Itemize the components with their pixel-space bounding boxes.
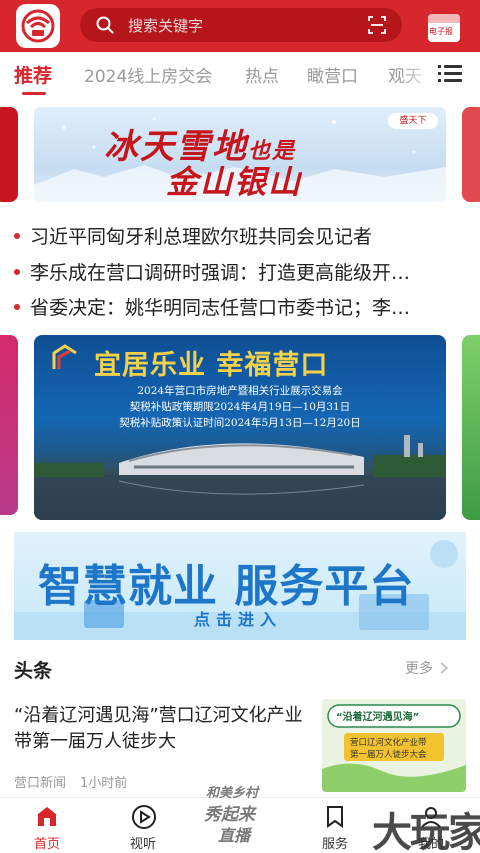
- bullet-icon: [14, 303, 20, 310]
- logo-icon: [21, 9, 55, 43]
- search-placeholder: 搜索关键字: [128, 17, 204, 35]
- stadium-illustration: [34, 435, 446, 520]
- epaper-bar: [428, 14, 460, 23]
- more-label: 更多: [405, 661, 433, 677]
- more-link[interactable]: 更多: [405, 658, 449, 678]
- scan-icon[interactable]: [368, 16, 386, 34]
- bullet-icon: [14, 232, 20, 239]
- stamp-line1: 和美乡村: [206, 786, 259, 801]
- watermark-logo: 大玩家: [372, 810, 480, 853]
- enter-button[interactable]: 点击进入: [194, 606, 282, 630]
- carousel2-prev-peek[interactable]: [0, 335, 18, 515]
- stamp-line3: 直播: [218, 826, 251, 845]
- tab-fade: [400, 52, 434, 96]
- headline-thumbnail[interactable]: “沿着辽河遇见海” 营口辽河文化产业带 第一届万人徒步大会: [322, 699, 466, 792]
- headline-source: 营口新闻: [14, 776, 67, 791]
- tab-recommend[interactable]: 推荐: [14, 61, 52, 88]
- employment-banner[interactable]: 智慧就业 服务平台 点击进入: [14, 532, 466, 640]
- tab-housing-fair[interactable]: 2024线上房交会: [84, 62, 212, 87]
- housing-fair-banner[interactable]: 宜居乐业 幸福营口 2024年营口市房地产暨相关行业展示交易会 契税补贴政策期限…: [34, 335, 446, 520]
- news-item[interactable]: 习近平同匈牙利总理欧尔班共同会见记者: [14, 222, 464, 258]
- nav-video-label: 视听: [129, 837, 156, 852]
- epaper-label: 电子报: [429, 27, 453, 36]
- tab-hot[interactable]: 热点: [245, 62, 279, 87]
- headline-time: 1小时前: [80, 776, 128, 791]
- channel-menu-icon[interactable]: [438, 64, 462, 84]
- brand-badge: 盛天下: [388, 113, 438, 129]
- search-icon: [96, 16, 114, 34]
- carousel-prev-peek[interactable]: [0, 107, 18, 202]
- channel-tabs: 推荐 2024线上房交会 热点 瞰营口 观天: [0, 52, 480, 96]
- thumbnail-sub2: 第一届万人徒步大会: [350, 750, 427, 760]
- headline-title[interactable]: “沿着辽河遇见海”营口辽河文化产业带第一届万人徒步大: [14, 703, 306, 755]
- news-item[interactable]: 省委决定：姚华明同志任营口市委书记；李…: [14, 293, 464, 329]
- chevron-right-icon: [440, 662, 449, 674]
- home-icon: [38, 807, 56, 826]
- winter-banner[interactable]: 冰天雪地也是 金山银山 盛天下: [34, 107, 446, 202]
- thumbnail-title: “沿着辽河遇见海”: [336, 712, 420, 723]
- carousel-next-peek[interactable]: [462, 107, 480, 202]
- carousel2-next-peek[interactable]: [462, 335, 480, 520]
- live-stamp-button[interactable]: 和美乡村 秀起来 直播: [196, 778, 284, 850]
- tab-yingkou[interactable]: 瞰营口: [307, 62, 358, 87]
- bookmark-icon: [327, 806, 343, 828]
- epaper-button[interactable]: 电子报: [428, 14, 460, 42]
- thumbnail-sub1: 营口辽河文化产业带: [350, 738, 427, 748]
- banner-line2: 金山银山: [166, 163, 303, 201]
- play-icon: [132, 805, 156, 829]
- employment-title: 智慧就业 服务平台: [38, 561, 415, 612]
- headline-meta: 营口新闻 1小时前: [14, 772, 141, 791]
- app-logo[interactable]: [16, 4, 60, 48]
- top-header: 搜索关键字 电子报: [0, 0, 480, 52]
- nav-service-label: 服务: [321, 837, 348, 852]
- active-tab-indicator: [22, 92, 46, 95]
- nav-home-label: 首页: [33, 837, 60, 852]
- section-title: 头条: [14, 660, 53, 682]
- news-item[interactable]: 李乐成在营口调研时强调：打造更高能级开…: [14, 258, 464, 294]
- bullet-icon: [14, 268, 20, 275]
- search-bar[interactable]: 搜索关键字: [80, 8, 402, 42]
